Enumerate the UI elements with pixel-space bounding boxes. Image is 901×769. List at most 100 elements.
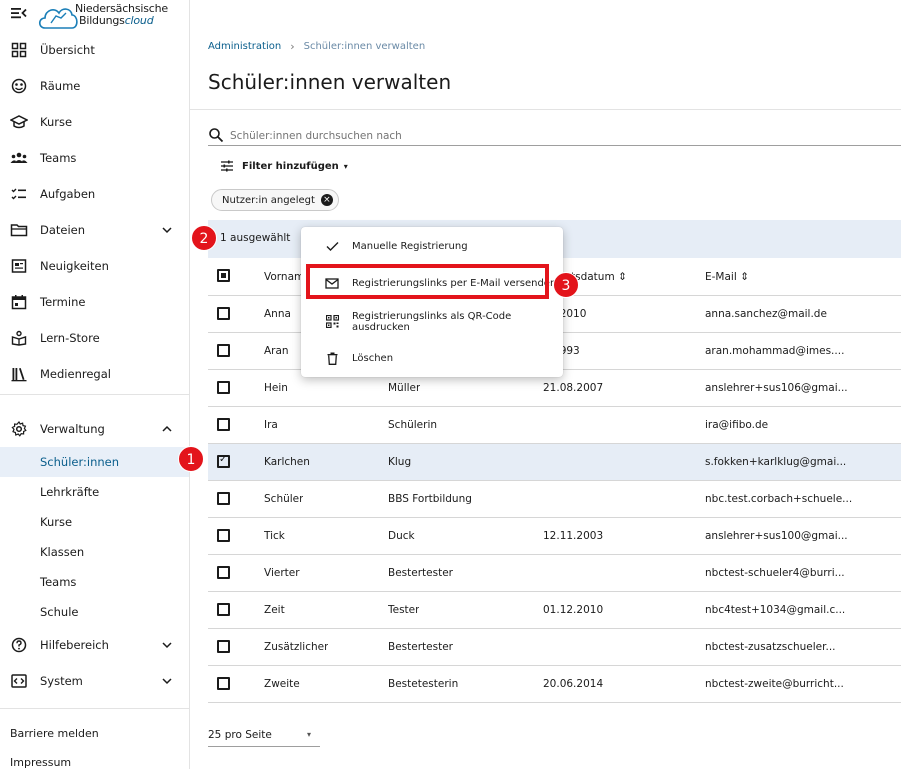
logo-line2a: Bildungs <box>79 14 125 27</box>
cell-first-name: Schüler <box>264 493 304 505</box>
cell-first-name: Zweite <box>264 678 300 690</box>
cell-email: nbctest-schueler4@burri... <box>705 567 845 579</box>
cell-email: nbc.test.corbach+schuele... <box>705 493 853 505</box>
sidebar-item-neuigkeiten[interactable]: Neuigkeiten <box>0 248 189 284</box>
calendar-icon <box>10 293 28 311</box>
teams-icon <box>10 149 28 167</box>
sidebar-subitem-teams[interactable]: Teams <box>0 567 189 597</box>
check-icon <box>325 240 339 254</box>
sidebar-item-label: Aufgaben <box>40 187 96 201</box>
filter-chip-user-created[interactable]: Nutzer:in angelegt × <box>211 189 339 211</box>
sidebar-subitem-klassen[interactable]: Klassen <box>0 537 189 567</box>
row-checkbox[interactable] <box>217 492 230 505</box>
sidebar-item-uebersicht[interactable]: Übersicht <box>0 32 189 68</box>
sort-icon: ⇕ <box>740 271 749 283</box>
sidebar-item-dateien[interactable]: Dateien <box>0 212 189 248</box>
cell-birthdate: 21.08.2007 <box>543 382 604 394</box>
sidebar-subitem-lehrkraefte[interactable]: Lehrkräfte <box>0 477 189 507</box>
chevron-down-icon[interactable] <box>160 638 174 652</box>
table-row[interactable]: Ira Schülerin ira@ifibo.de <box>208 407 901 444</box>
cell-first-name: Aran <box>264 345 289 357</box>
annotation-badge-3: 3 <box>553 272 579 298</box>
cell-email: aran.mohammad@imes.... <box>705 345 845 357</box>
menu-item-manual-registration[interactable]: Manuelle Registrierung <box>301 228 563 265</box>
cell-email: nbctest-zweite@burricht... <box>705 678 844 690</box>
row-checkbox[interactable] <box>217 307 230 320</box>
table-row[interactable]: Vierter Bestertester nbctest-schueler4@bur… <box>208 555 901 592</box>
cell-first-name: Tick <box>264 530 285 542</box>
sidebar-item-raeume[interactable]: Räume <box>0 68 189 104</box>
chevron-down-icon[interactable] <box>160 674 174 688</box>
cell-last-name: Bestetesterin <box>388 678 459 690</box>
imprint-link[interactable]: Impressum <box>10 756 71 769</box>
menu-item-delete[interactable]: Löschen <box>301 340 563 377</box>
row-checkbox[interactable] <box>217 640 230 653</box>
add-filter-button[interactable]: Filter hinzufügen ▾ <box>220 157 348 175</box>
sidebar-item-lern-store[interactable]: Lern-Store <box>0 320 189 356</box>
sidebar-subitem-schueler[interactable]: Schüler:innen <box>0 447 189 477</box>
table-row[interactable]: Zweite Bestetesterin 20.06.2014 nbctest-zwe… <box>208 666 901 703</box>
sidebar-item-medienregal[interactable]: Medienregal <box>0 356 189 392</box>
sidebar-item-system[interactable]: System <box>0 663 189 699</box>
row-checkbox[interactable] <box>217 418 230 431</box>
table-row[interactable]: Tick Duck 12.11.2003 anslehrer+sus100@gmai.… <box>208 518 901 555</box>
search-field[interactable] <box>208 126 901 146</box>
cell-birthdate: 01.12.2010 <box>543 604 604 616</box>
sidebar-subitem-kurse[interactable]: Kurse <box>0 507 189 537</box>
sidebar-item-termine[interactable]: Termine <box>0 284 189 320</box>
row-checkbox[interactable] <box>217 529 230 542</box>
menu-item-print-qr-codes[interactable]: Registrierungslinks als QR-Code ausdruck… <box>301 303 563 340</box>
add-filter-label: Filter hinzufügen <box>242 160 339 172</box>
cell-first-name: Vierter <box>264 567 300 579</box>
code-icon <box>10 672 28 690</box>
sidebar-subitem-label: Klassen <box>40 545 85 559</box>
select-all-checkbox[interactable] <box>217 269 230 282</box>
row-checkbox[interactable] <box>217 454 230 468</box>
page-size-select[interactable]: 25 pro Seite ▾ <box>208 725 320 747</box>
cell-email: nbctest-zusatzschueler... <box>705 641 836 653</box>
search-underline <box>208 145 901 146</box>
logo-line2b: cloud <box>124 14 154 27</box>
chevron-down-icon[interactable] <box>160 223 174 237</box>
sidebar-divider <box>0 394 189 395</box>
sidebar-item-teams[interactable]: Teams <box>0 140 189 176</box>
sidebar-item-label: Lern-Store <box>40 331 100 345</box>
sidebar-item-label: Neuigkeiten <box>40 259 109 273</box>
column-header-birthdate[interactable]: tsdatum ⇕ <box>571 271 627 283</box>
sidebar-item-label: Teams <box>40 151 77 165</box>
sidebar-item-kurse[interactable]: Kurse <box>0 104 189 140</box>
table-row[interactable]: Zeit Tester 01.12.2010 nbc4test+1034@gmail.… <box>208 592 901 629</box>
sidebar-item-verwaltung[interactable]: Verwaltung <box>0 411 189 447</box>
table-row[interactable]: Schüler BBS Fortbildung nbc.test.corbach+s… <box>208 481 901 518</box>
learning-store-icon <box>10 329 28 347</box>
chevron-up-icon[interactable] <box>160 422 174 436</box>
cell-first-name: Zeit <box>264 604 285 616</box>
page-size-label: 25 pro Seite <box>208 729 272 741</box>
sidebar-subitem-schule[interactable]: Schule <box>0 597 189 627</box>
row-checkbox[interactable] <box>217 566 230 579</box>
table-row[interactable]: Zusätzlicher Bestertester nbctest-zusatzsc… <box>208 629 901 666</box>
report-barrier-link[interactable]: Barriere melden <box>10 727 99 740</box>
sidebar-item-hilfebereich[interactable]: Hilfebereich <box>0 627 189 663</box>
sidebar-item-aufgaben[interactable]: Aufgaben <box>0 176 189 212</box>
cell-first-name: Karlchen <box>264 456 310 468</box>
breadcrumb-separator: › <box>290 40 295 53</box>
collapse-menu-icon[interactable] <box>10 5 28 21</box>
cell-last-name: Duck <box>388 530 415 542</box>
caret-down-icon: ▾ <box>307 730 312 739</box>
main-content: Administration › Schüler:innen verwalten… <box>190 0 901 769</box>
caret-down-icon: ▾ <box>343 161 348 171</box>
row-checkbox[interactable] <box>217 677 230 690</box>
sidebar-subitem-label: Lehrkräfte <box>40 485 100 499</box>
selection-count: 1 ausgewählt <box>220 232 291 244</box>
row-checkbox[interactable] <box>217 603 230 616</box>
table-row[interactable]: Karlchen Klug s.fokken+karlklug@gmai... <box>208 444 901 481</box>
annotation-badge-2: 2 <box>191 225 217 251</box>
row-checkbox[interactable] <box>217 381 230 394</box>
close-icon[interactable]: × <box>320 194 333 206</box>
row-checkbox[interactable] <box>217 344 230 357</box>
sidebar-item-label: System <box>40 674 83 688</box>
search-input[interactable] <box>230 126 900 146</box>
breadcrumb-administration[interactable]: Administration <box>208 41 281 52</box>
column-header-email[interactable]: E-Mail ⇕ <box>705 271 749 283</box>
